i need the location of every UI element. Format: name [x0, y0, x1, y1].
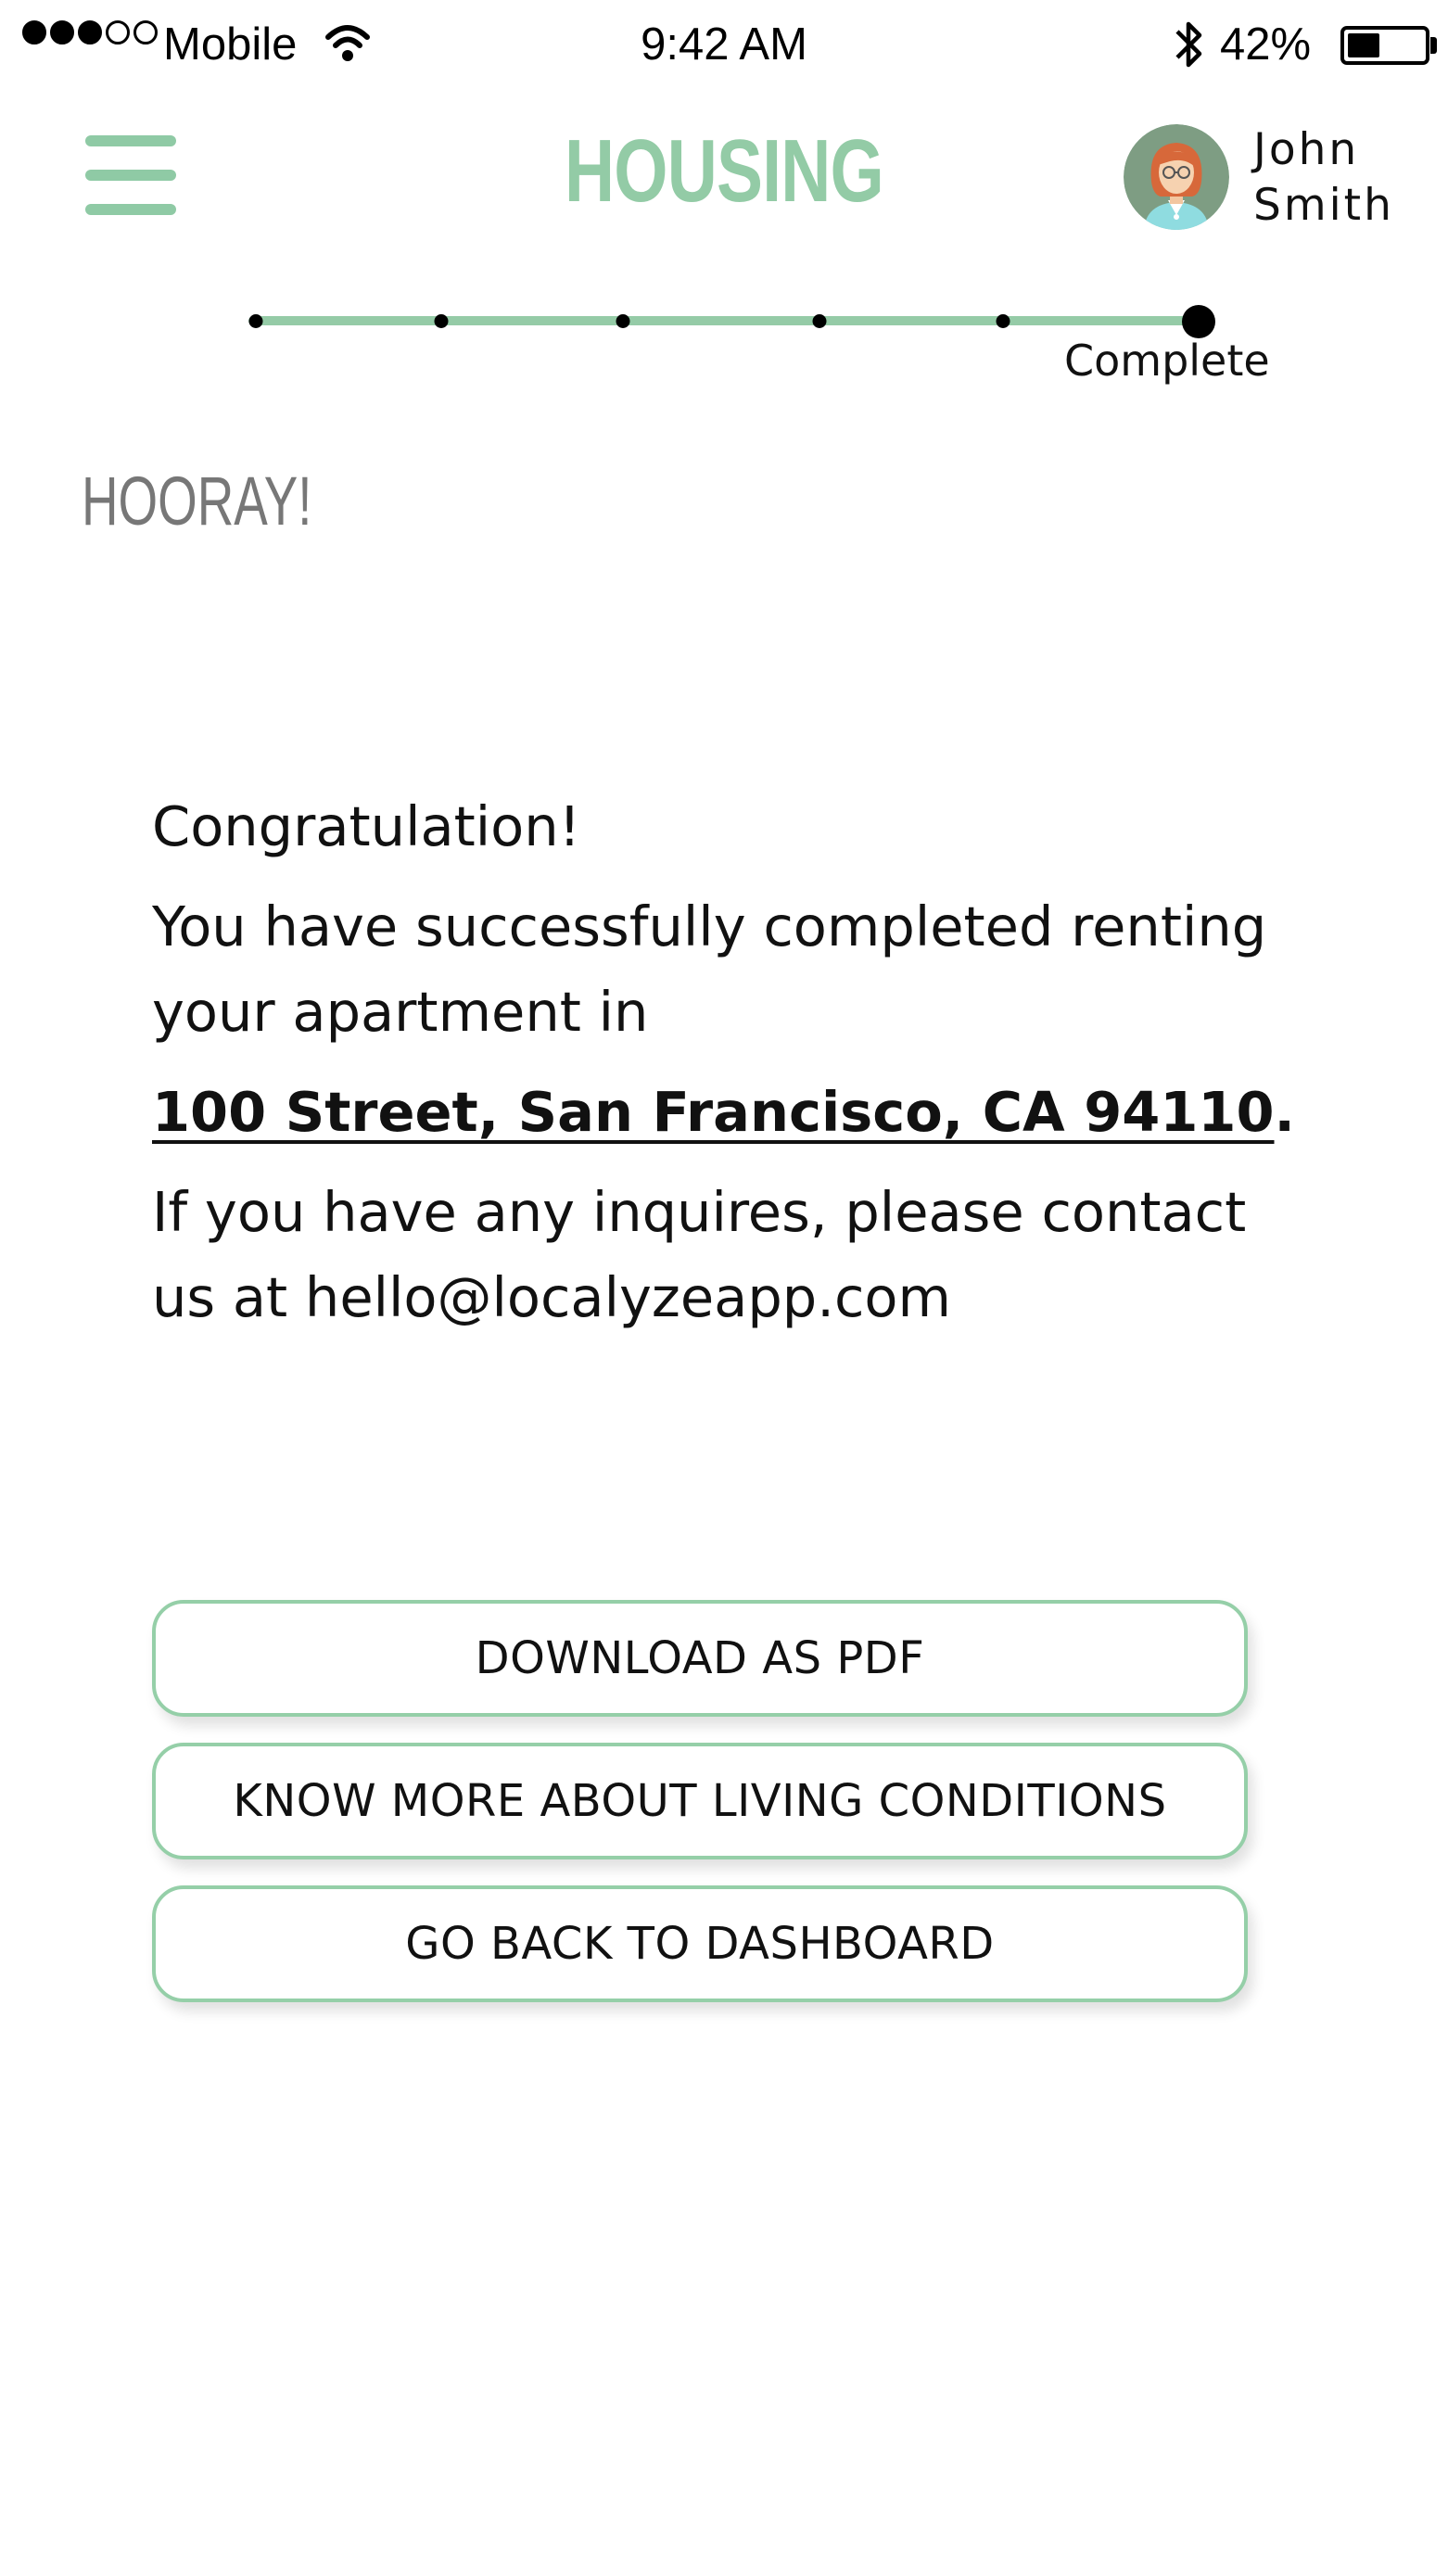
progress-status-label: Complete	[1064, 336, 1270, 386]
progress-step	[616, 314, 630, 328]
progress-step	[434, 314, 449, 328]
progress-step	[996, 314, 1010, 328]
menu-bar	[85, 204, 176, 215]
avatar-illustration-icon	[1124, 124, 1229, 230]
address-suffix: .	[1274, 1080, 1295, 1144]
message-greeting: Congratulation!	[152, 794, 581, 858]
message-body: You have successfully completed renting …	[152, 895, 1267, 1044]
battery-cap	[1430, 37, 1437, 54]
battery-percent: 42%	[1220, 19, 1312, 70]
page-title: HOUSING	[564, 121, 884, 221]
battery-level-fill	[1348, 33, 1379, 57]
progress-step	[248, 314, 263, 328]
confirmation-message: Congratulation! You have successfully co…	[152, 784, 1320, 1340]
message-contact: If you have any inquires, please contact…	[152, 1180, 1247, 1329]
screen: Mobile 9:42 AM 42% HOUSING John Smith Co…	[0, 0, 1448, 2576]
progress-step	[812, 314, 827, 328]
bluetooth-icon	[1175, 21, 1202, 68]
progress-step-current	[1182, 305, 1215, 338]
battery-icon	[1340, 26, 1429, 65]
hamburger-menu-icon[interactable]	[85, 135, 176, 215]
back-to-dashboard-button[interactable]: GO BACK TO DASHBOARD	[152, 1885, 1248, 2002]
download-pdf-button[interactable]: DOWNLOAD AS PDF	[152, 1600, 1248, 1717]
living-conditions-button[interactable]: KNOW MORE ABOUT LIVING CONDITIONS	[152, 1743, 1248, 1859]
action-buttons: DOWNLOAD AS PDF KNOW MORE ABOUT LIVING C…	[152, 1600, 1248, 2028]
progress-line	[248, 316, 1203, 325]
message-address: 100 Street, San Francisco, CA 94110.	[152, 1070, 1320, 1155]
user-name[interactable]: John Smith	[1253, 122, 1439, 234]
section-heading: HOORAY!	[82, 463, 312, 539]
status-bar: Mobile 9:42 AM 42%	[0, 0, 1448, 93]
menu-bar	[85, 170, 176, 181]
address-link[interactable]: 100 Street, San Francisco, CA 94110	[152, 1080, 1275, 1144]
user-avatar[interactable]	[1124, 124, 1229, 230]
menu-bar	[85, 135, 176, 146]
